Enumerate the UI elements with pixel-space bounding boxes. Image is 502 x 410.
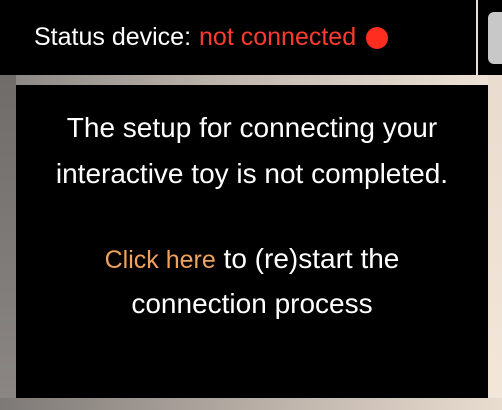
- side-tab-button[interactable]: [488, 12, 502, 64]
- status-indicator-icon: [366, 26, 389, 49]
- status-label: Status device:: [34, 23, 192, 51]
- background-photo-bottom: [0, 398, 502, 410]
- restart-connection-link[interactable]: Click here: [105, 246, 216, 274]
- restart-prompt: Click here to (re)start the connection p…: [42, 237, 462, 326]
- setup-message: The setup for connecting your interactiv…: [55, 112, 449, 189]
- background-photo-left: [0, 75, 16, 410]
- background-photo-right: [488, 75, 502, 410]
- status-value: not connected: [199, 23, 357, 51]
- device-status-bar: Status device: not connected: [0, 0, 476, 75]
- connection-setup-panel: The setup for connecting your interactiv…: [16, 85, 488, 398]
